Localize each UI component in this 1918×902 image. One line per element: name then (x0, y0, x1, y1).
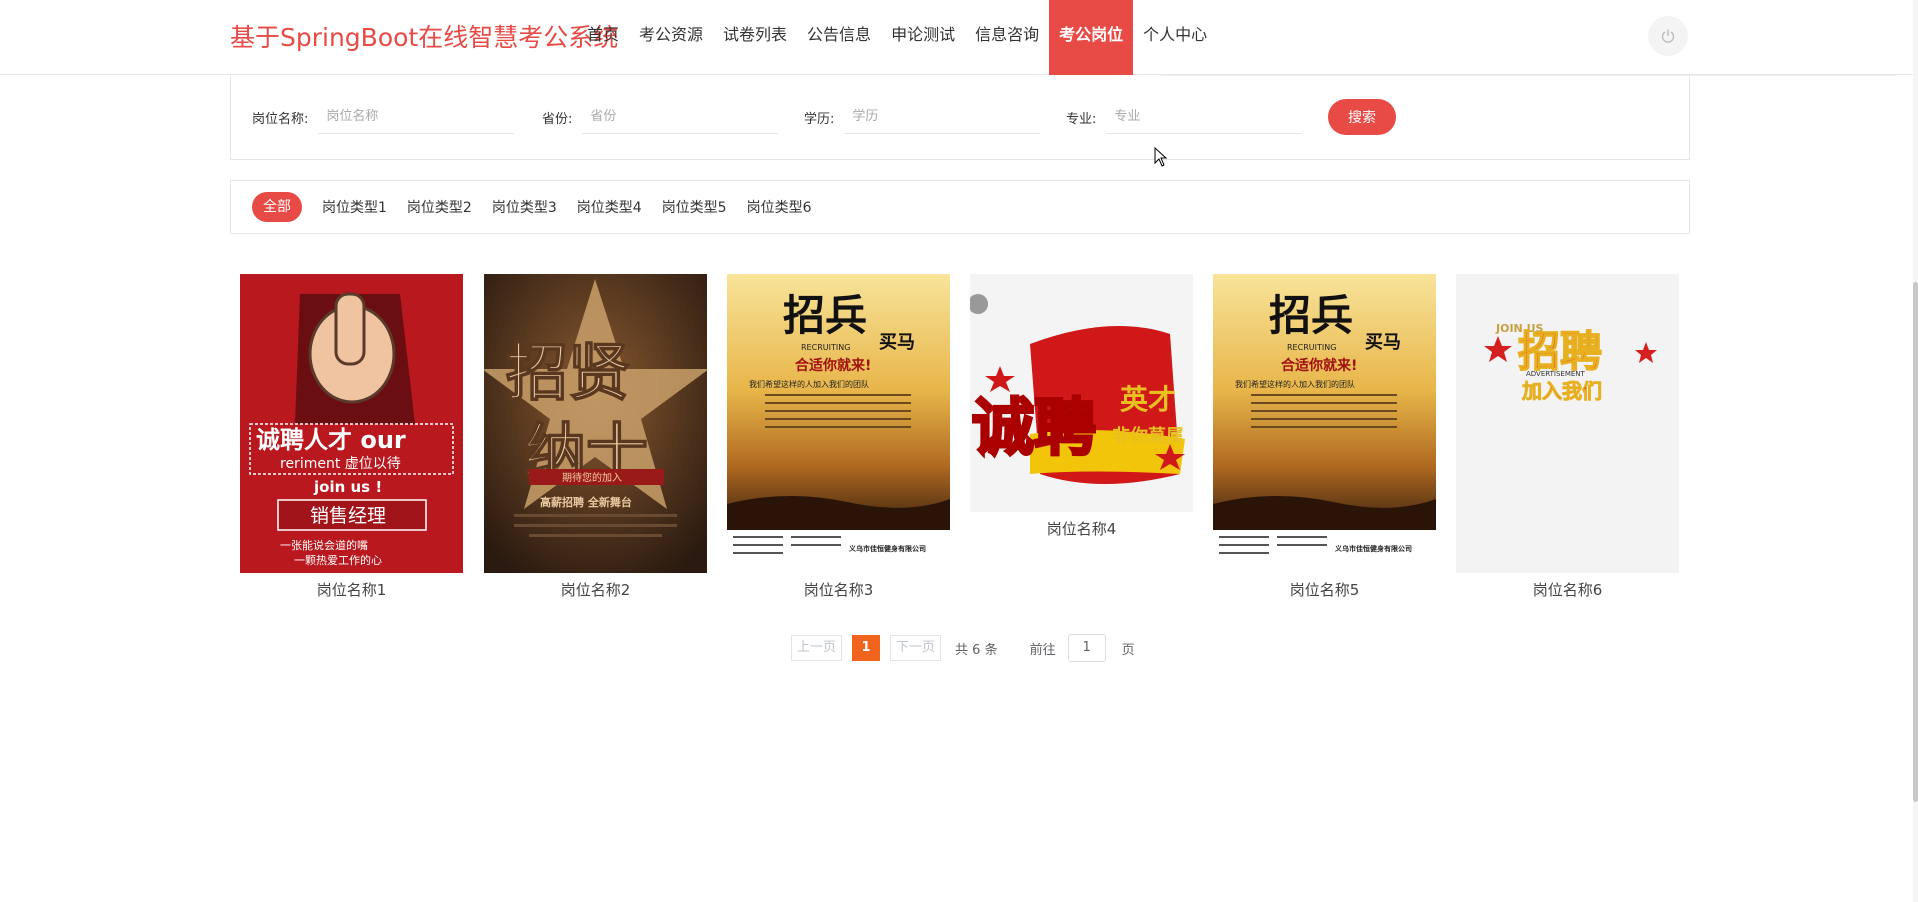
category-type-2[interactable]: 岗位类型2 (407, 197, 472, 217)
category-type-1[interactable]: 岗位类型1 (322, 197, 387, 217)
position-card[interactable]: JOIN US 招聘 ADVERTISEMENT 加入我们 岗位名称6 (1456, 274, 1679, 600)
svg-text:我们希望这样的人加入我们的团队: 我们希望这样的人加入我们的团队 (1235, 379, 1355, 389)
nav-consult[interactable]: 信息咨询 (965, 0, 1049, 75)
position-card-image[interactable]: 诚聘 英才 非你莫属 (970, 274, 1193, 512)
page: 基于SpringBoot在线智慧考公系统 首页 考公资源 试卷列表 公告信息 申… (0, 0, 1918, 902)
svg-text:加入我们: 加入我们 (1521, 379, 1602, 403)
power-icon (1661, 29, 1675, 43)
recruit-poster-image: 招贤 纳士 期待您的加入 高薪招聘 全新舞台 (484, 274, 707, 573)
category-type-5[interactable]: 岗位类型5 (662, 197, 727, 217)
position-card-image[interactable]: 招贤 纳士 期待您的加入 高薪招聘 全新舞台 (484, 274, 707, 573)
main-nav: 首页 考公资源 试卷列表 公告信息 申论测试 信息咨询 考公岗位 个人中心 (577, 0, 1217, 75)
education-label: 学历: (804, 111, 835, 127)
nav-essay-test[interactable]: 申论测试 (881, 0, 965, 75)
position-card-title[interactable]: 岗位名称4 (970, 518, 1193, 539)
category-all[interactable]: 全部 (252, 192, 302, 222)
svg-text:英才: 英才 (1120, 383, 1176, 416)
nav-profile[interactable]: 个人中心 (1133, 0, 1217, 75)
category-type-3[interactable]: 岗位类型3 (492, 197, 557, 217)
position-card-image[interactable]: 招兵 买马 RECRUITING 合适你就来! 我们希望这样的人加入我们的团队 … (1213, 274, 1436, 573)
recruit-poster-image: 诚聘人才 our reriment 虚位以待 join us ! 销售经理 一张… (240, 274, 463, 573)
pagination: 上一页 1 下一页 共 6 条 前往 1 页 (791, 633, 1135, 663)
position-name-input[interactable] (318, 100, 515, 134)
mouse-cursor-icon (1154, 147, 1168, 167)
svg-text:ADVERTISEMENT: ADVERTISEMENT (1526, 370, 1586, 378)
svg-text:买马: 买马 (879, 332, 915, 353)
prev-page-button[interactable]: 上一页 (791, 635, 843, 661)
next-page-button[interactable]: 下一页 (890, 635, 942, 661)
nav-announcements[interactable]: 公告信息 (797, 0, 881, 75)
position-card-title[interactable]: 岗位名称5 (1213, 579, 1436, 600)
svg-text:reriment 虚位以待: reriment 虚位以待 (280, 456, 401, 472)
logout-button[interactable] (1648, 16, 1688, 56)
category-type-6[interactable]: 岗位类型6 (747, 197, 812, 217)
svg-text:招贤: 招贤 (506, 336, 630, 409)
position-card-title[interactable]: 岗位名称1 (240, 579, 463, 600)
position-name-label: 岗位名称: (252, 111, 309, 127)
svg-text:合适你就来!: 合适你就来! (795, 357, 871, 374)
position-card-title[interactable]: 岗位名称3 (727, 579, 950, 600)
major-input[interactable] (1106, 100, 1303, 134)
scrollbar-thumb[interactable] (1913, 282, 1918, 802)
svg-text:招兵: 招兵 (1269, 291, 1353, 340)
field-position-name: 岗位名称: (252, 99, 515, 135)
svg-text:RECRUITING: RECRUITING (1287, 343, 1336, 352)
page-number-current[interactable]: 1 (852, 635, 881, 661)
major-label: 专业: (1066, 111, 1097, 127)
scrollbar-track[interactable] (1913, 0, 1918, 902)
svg-text:招兵: 招兵 (783, 291, 867, 340)
svg-text:诚聘人才 our: 诚聘人才 our (256, 426, 406, 454)
position-card[interactable]: 招兵 买马 RECRUITING 合适你就来! 我们希望这样的人加入我们的团队 … (1213, 274, 1436, 600)
position-card[interactable]: 诚聘 英才 非你莫属 岗位名称4 (970, 274, 1193, 539)
position-card-title[interactable]: 岗位名称2 (484, 579, 707, 600)
svg-text:义乌市佳恒健身有限公司: 义乌市佳恒健身有限公司 (848, 544, 926, 553)
svg-text:join us !: join us ! (313, 478, 382, 496)
position-card[interactable]: 诚聘人才 our reriment 虚位以待 join us ! 销售经理 一张… (240, 274, 463, 600)
position-card-image[interactable]: 诚聘人才 our reriment 虚位以待 join us ! 销售经理 一张… (240, 274, 463, 573)
field-province: 省份: (542, 99, 779, 135)
site-title[interactable]: 基于SpringBoot在线智慧考公系统 (230, 18, 618, 54)
total-count: 共 6 条 (955, 642, 998, 658)
svg-text:诚聘: 诚聘 (972, 391, 1096, 464)
svg-text:我们希望这样的人加入我们的团队: 我们希望这样的人加入我们的团队 (749, 379, 869, 389)
top-navbar: 基于SpringBoot在线智慧考公系统 首页 考公资源 试卷列表 公告信息 申… (0, 0, 1918, 75)
svg-text:合适你就来!: 合适你就来! (1281, 357, 1357, 374)
svg-text:买马: 买马 (1365, 332, 1401, 353)
divider (1161, 75, 1896, 78)
nav-home[interactable]: 首页 (577, 0, 629, 75)
svg-text:销售经理: 销售经理 (310, 505, 386, 527)
position-card[interactable]: 招兵 买马 RECRUITING 合适你就来! 我们希望这样的人加入我们的团队 … (727, 274, 950, 600)
province-input[interactable] (582, 100, 779, 134)
recruit-poster-image: JOIN US 招聘 ADVERTISEMENT 加入我们 (1456, 274, 1679, 573)
recruit-poster-image: 诚聘 英才 非你莫属 (970, 274, 1193, 512)
search-panel: 岗位名称: 省份: 学历: 专业: 搜索 (230, 75, 1896, 160)
nav-resources[interactable]: 考公资源 (629, 0, 713, 75)
goto-label: 前往 (1029, 642, 1056, 658)
svg-text:非你莫属: 非你莫属 (1112, 425, 1184, 447)
position-card-image[interactable]: JOIN US 招聘 ADVERTISEMENT 加入我们 (1456, 274, 1679, 573)
position-card-image[interactable]: 招兵 买马 RECRUITING 合适你就来! 我们希望这样的人加入我们的团队 … (727, 274, 950, 573)
goto-page-input[interactable]: 1 (1067, 634, 1106, 662)
nav-exam-list[interactable]: 试卷列表 (713, 0, 797, 75)
svg-text:招聘: 招聘 (1518, 327, 1602, 376)
province-label: 省份: (542, 111, 573, 127)
nav-positions[interactable]: 考公岗位 (1049, 0, 1134, 75)
category-filter-bar: 全部 岗位类型1 岗位类型2 岗位类型3 岗位类型4 岗位类型5 岗位类型6 (230, 180, 1690, 234)
svg-text:一颗热爱工作的心: 一颗热爱工作的心 (294, 553, 382, 567)
recruit-poster-image: 招兵 买马 RECRUITING 合适你就来! 我们希望这样的人加入我们的团队 … (727, 274, 950, 573)
svg-text:一张能说会道的嘴: 一张能说会道的嘴 (280, 538, 368, 552)
svg-text:期待您的加入: 期待您的加入 (562, 471, 622, 484)
recruit-poster-image: 招兵 买马 RECRUITING 合适你就来! 我们希望这样的人加入我们的团队 … (1213, 274, 1436, 573)
position-card-title[interactable]: 岗位名称6 (1456, 579, 1679, 600)
field-major: 专业: (1066, 99, 1303, 135)
category-type-4[interactable]: 岗位类型4 (577, 197, 642, 217)
field-education: 学历: (804, 99, 1041, 135)
svg-text:义乌市佳恒健身有限公司: 义乌市佳恒健身有限公司 (1334, 544, 1412, 553)
svg-text:高薪招聘 全新舞台: 高薪招聘 全新舞台 (540, 495, 632, 509)
search-button[interactable]: 搜索 (1328, 99, 1396, 135)
svg-text:RECRUITING: RECRUITING (801, 343, 850, 352)
page-suffix: 页 (1121, 642, 1135, 658)
education-input[interactable] (844, 100, 1041, 134)
position-card[interactable]: 招贤 纳士 期待您的加入 高薪招聘 全新舞台 岗位名称2 (484, 274, 707, 600)
